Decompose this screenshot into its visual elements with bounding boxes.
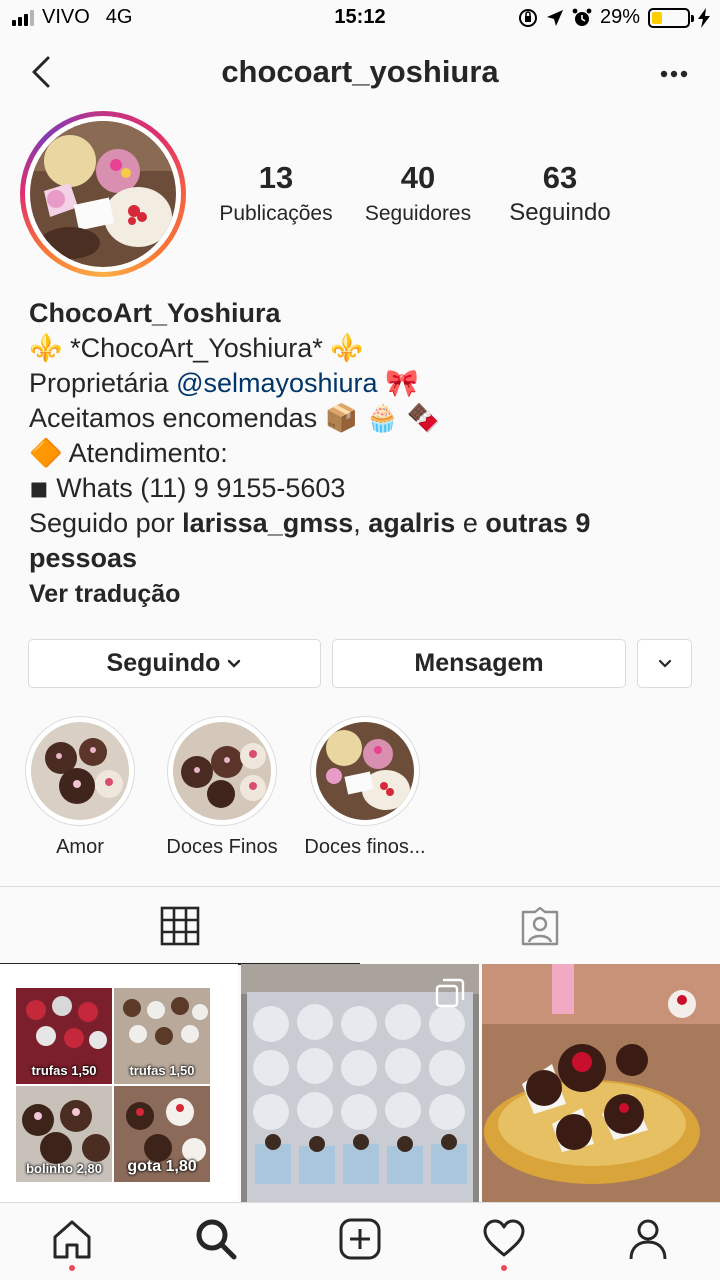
stat-value: 13	[258, 160, 294, 195]
follower-link[interactable]: agalris	[368, 508, 455, 538]
bio-line: Aceitamos encomendas 📦 🧁 🍫	[29, 403, 441, 433]
notification-dot	[69, 1265, 75, 1271]
bio-phone-line: ◾ Whats (11) 9 9155-5603	[29, 473, 346, 503]
tab-tagged[interactable]	[360, 887, 720, 965]
posts-count[interactable]: 13 Publicações	[206, 160, 346, 227]
battery-percent: 29%	[599, 6, 640, 28]
followed-text: e	[455, 508, 486, 538]
stat-label: Publicações	[219, 202, 333, 225]
post-thumbnail[interactable]: trufas 1,50 trufas 1,50 bolinho 2,80 got…	[0, 964, 238, 1202]
profile-bio: ChocoArt_Yoshiura ⚜️ *ChocoArt_Yoshiura*…	[29, 296, 699, 576]
nav-home[interactable]	[42, 1217, 102, 1271]
posts-grid: trufas 1,50 trufas 1,50 bolinho 2,80 got…	[0, 964, 720, 1202]
story-highlight[interactable]: Doces Finos	[152, 716, 292, 859]
bottom-navigation	[0, 1202, 720, 1280]
post-thumbnail[interactable]	[482, 964, 720, 1202]
stat-value: 63	[542, 160, 578, 195]
following-count[interactable]: 63 Seguindo	[490, 160, 630, 227]
price-label: gota 1,80	[127, 1158, 197, 1175]
bio-line: ⚜️ *ChocoArt_Yoshiura* ⚜️	[29, 333, 364, 363]
avatar[interactable]	[20, 111, 186, 277]
profile-stats: 13 Publicações 40 Seguidores 63 Seguindo	[206, 160, 630, 227]
profile-header: chocoart_yoshiura	[0, 40, 720, 106]
follower-link[interactable]: larissa_gmss	[182, 508, 353, 538]
owner-mention-link[interactable]: @selmayoshiura	[176, 368, 378, 398]
notification-dot	[501, 1265, 507, 1271]
bio-line: 🔶 Atendimento:	[29, 438, 228, 468]
highlight-cover	[316, 722, 414, 820]
price-label: trufas 1,50	[31, 1063, 97, 1078]
post-thumbnail[interactable]	[241, 964, 479, 1202]
page-title: chocoart_yoshiura	[221, 54, 499, 89]
rotation-lock-icon	[518, 8, 537, 27]
chevron-down-icon	[228, 659, 241, 668]
collage-tile: trufas 1,50	[16, 988, 112, 1084]
more-options-button[interactable]	[654, 54, 694, 94]
followed-text: Seguido por	[29, 508, 183, 538]
highlight-cover	[173, 722, 271, 820]
activity-heart-icon	[483, 1219, 525, 1257]
price-label: trufas 1,50	[129, 1063, 195, 1078]
followed-by[interactable]: Seguido por larissa_gmss, agalris e outr…	[29, 506, 699, 576]
alarm-icon	[572, 8, 592, 26]
price-label: bolinho 2,80	[26, 1161, 102, 1176]
story-highlight[interactable]: Amor	[10, 716, 150, 859]
nav-search[interactable]	[186, 1217, 246, 1267]
see-translation-link[interactable]: Ver tradução	[29, 580, 180, 609]
story-highlight[interactable]: Doces finos...	[295, 716, 435, 859]
stat-value: 40	[400, 160, 436, 195]
profile-photo	[30, 121, 176, 267]
profile-tabs	[0, 886, 720, 965]
highlight-label: Doces finos...	[304, 836, 426, 858]
home-icon	[53, 1220, 91, 1259]
following-label: Seguindo	[106, 649, 221, 677]
suggested-accounts-button[interactable]	[637, 639, 692, 688]
highlight-cover	[31, 722, 129, 820]
profile-icon	[629, 1219, 667, 1260]
stat-label: Seguindo	[509, 199, 611, 226]
stat-label: Seguidores	[364, 202, 472, 225]
charging-bolt-icon	[698, 7, 710, 28]
message-button[interactable]: Mensagem	[332, 639, 626, 688]
chevron-down-icon	[658, 659, 671, 668]
grid-icon	[160, 906, 200, 946]
highlight-label: Amor	[56, 836, 104, 858]
display-name: ChocoArt_Yoshiura	[29, 298, 281, 328]
bio-text: 🎀	[377, 368, 419, 398]
collage-tile: trufas 1,50	[114, 988, 210, 1084]
more-horizontal-icon	[660, 70, 688, 78]
nav-activity[interactable]	[474, 1217, 534, 1271]
post-image	[482, 964, 720, 1202]
message-label: Mensagem	[414, 649, 544, 677]
tagged-user-icon	[521, 906, 559, 946]
followed-text: ,	[353, 508, 369, 538]
nav-profile[interactable]	[618, 1217, 678, 1267]
highlight-label: Doces Finos	[166, 836, 278, 858]
add-post-icon	[339, 1218, 381, 1260]
collage-tile: gota 1,80	[114, 1086, 210, 1182]
bio-owner-line: Proprietária @selmayoshiura 🎀	[29, 366, 699, 401]
tab-grid[interactable]	[0, 887, 360, 965]
collage-tile: bolinho 2,80	[16, 1086, 112, 1182]
nav-new-post[interactable]	[330, 1217, 390, 1267]
search-icon	[196, 1219, 237, 1260]
bio-text: Proprietária	[29, 368, 177, 398]
followers-count[interactable]: 40 Seguidores	[348, 160, 488, 227]
following-button[interactable]: Seguindo	[28, 639, 321, 688]
status-bar: VIVO 4G 15:12 29%	[0, 0, 720, 38]
carousel-icon	[435, 978, 465, 1008]
location-icon	[546, 9, 563, 26]
battery-icon	[648, 7, 694, 28]
